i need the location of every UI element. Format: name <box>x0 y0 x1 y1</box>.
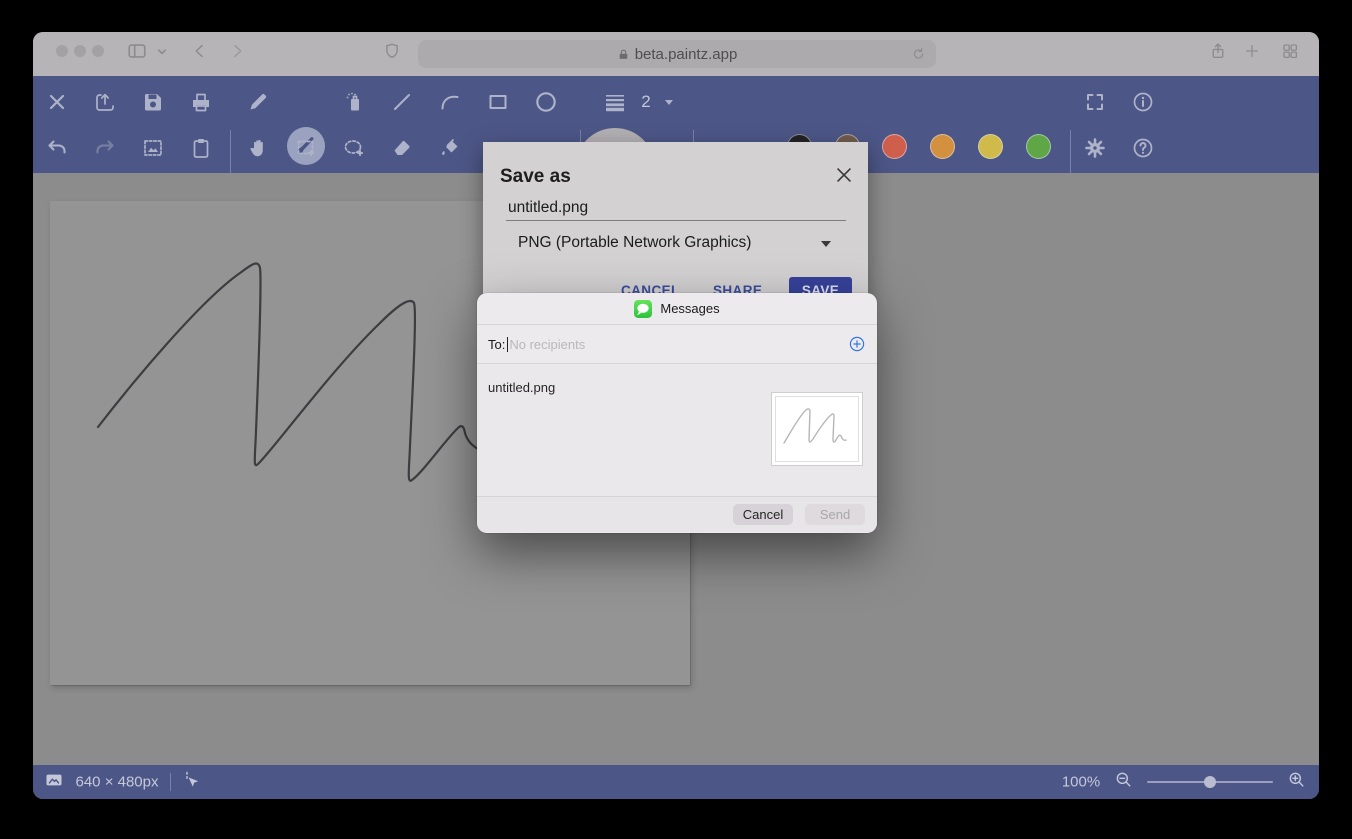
airbrush-icon[interactable] <box>342 90 366 114</box>
pan-icon[interactable] <box>246 136 270 160</box>
share-icon[interactable] <box>1209 42 1228 61</box>
to-placeholder: No recipients <box>509 337 848 352</box>
filename-input[interactable]: untitled.png <box>508 199 588 217</box>
image-icon <box>44 770 64 794</box>
status-bar: 640 × 480px 100% <box>33 765 1319 799</box>
eraser-icon[interactable] <box>390 136 414 160</box>
share-sheet-title: Messages <box>660 301 719 316</box>
help-icon[interactable] <box>1131 136 1155 160</box>
curve-icon[interactable] <box>438 90 462 114</box>
thumbnail-frame <box>775 396 859 462</box>
zoom-level: 100% <box>1062 774 1100 791</box>
to-field[interactable]: To: No recipients <box>477 325 877 364</box>
zoom-slider-thumb[interactable] <box>1204 776 1216 788</box>
pencil-icon[interactable] <box>246 90 270 114</box>
statusbar-divider <box>170 773 171 791</box>
traffic-light-close[interactable] <box>56 45 68 57</box>
save-as-dialog: Save as untitled.png PNG (Portable Netwo… <box>483 142 868 310</box>
text-cursor <box>507 337 508 352</box>
line-width-value: 2 <box>641 92 650 112</box>
clear-icon[interactable] <box>45 90 69 114</box>
share-sheet-body: untitled.png <box>477 364 877 496</box>
thumbnail-drawing <box>776 397 860 463</box>
chevron-down-icon[interactable] <box>157 47 168 58</box>
undo-icon[interactable] <box>45 136 69 160</box>
address-bar[interactable]: beta.paintz.app <box>418 40 936 68</box>
save-icon[interactable] <box>141 90 165 114</box>
zoom-in-icon[interactable] <box>1287 770 1307 794</box>
swatch-green[interactable] <box>1026 134 1051 159</box>
rect-select-icon[interactable] <box>294 136 318 160</box>
zoom-out-icon[interactable] <box>1114 770 1134 794</box>
freeform-select-icon[interactable] <box>342 136 366 160</box>
messages-app-icon <box>634 300 652 318</box>
to-label: To: <box>488 337 505 352</box>
new-tab-icon[interactable] <box>1244 43 1261 60</box>
browser-toolbar: beta.paintz.app <box>33 32 1319 76</box>
attachment-name: untitled.png <box>488 380 555 395</box>
canvas-dimensions: 640 × 480px <box>76 774 159 791</box>
line-icon[interactable] <box>390 90 414 114</box>
clipboard-icon[interactable] <box>189 136 213 160</box>
rectangle-icon[interactable] <box>486 90 510 114</box>
add-recipient-icon[interactable] <box>848 335 866 353</box>
back-icon[interactable] <box>190 41 210 61</box>
fill-icon[interactable] <box>438 136 462 160</box>
share-sheet-footer: Cancel Send <box>477 496 877 532</box>
sidebar-icon[interactable] <box>126 40 148 62</box>
traffic-light-zoom[interactable] <box>92 45 104 57</box>
print-icon[interactable] <box>189 90 213 114</box>
swatch-red[interactable] <box>882 134 907 159</box>
format-select-caret[interactable] <box>821 241 831 247</box>
tab-overview-icon[interactable] <box>1281 42 1299 60</box>
format-select[interactable]: PNG (Portable Network Graphics) <box>518 234 751 252</box>
cancel-button[interactable]: Cancel <box>733 504 793 525</box>
shield-icon[interactable] <box>383 42 402 61</box>
settings-icon[interactable] <box>1083 136 1107 160</box>
paste-image-icon[interactable] <box>141 136 165 160</box>
swatch-yellow[interactable] <box>978 134 1003 159</box>
reload-icon[interactable] <box>911 47 926 62</box>
open-icon[interactable] <box>93 90 117 114</box>
send-button-disabled[interactable]: Send <box>805 504 865 525</box>
browser-window: beta.paintz.app <box>33 32 1319 799</box>
fullscreen-icon[interactable] <box>1083 90 1107 114</box>
line-width-dropdown-caret[interactable] <box>665 100 673 105</box>
swatch-orange[interactable] <box>930 134 955 159</box>
lock-icon <box>617 48 630 61</box>
freehand-stroke <box>98 264 478 481</box>
attachment-thumbnail[interactable] <box>771 392 863 466</box>
save-dialog-title: Save as <box>500 166 571 188</box>
messages-share-sheet: Messages To: No recipients untitled.png … <box>477 293 877 533</box>
filename-input-underline <box>506 220 846 221</box>
ellipse-icon[interactable] <box>533 89 559 115</box>
info-icon[interactable] <box>1131 90 1155 114</box>
cursor-icon <box>182 770 202 794</box>
traffic-light-minimize[interactable] <box>74 45 86 57</box>
redo-icon[interactable] <box>93 136 117 160</box>
line-width-icon[interactable] <box>603 90 627 114</box>
url-text: beta.paintz.app <box>635 46 738 63</box>
share-sheet-header: Messages <box>477 293 877 325</box>
close-icon[interactable] <box>833 164 855 186</box>
forward-icon[interactable] <box>227 41 247 61</box>
